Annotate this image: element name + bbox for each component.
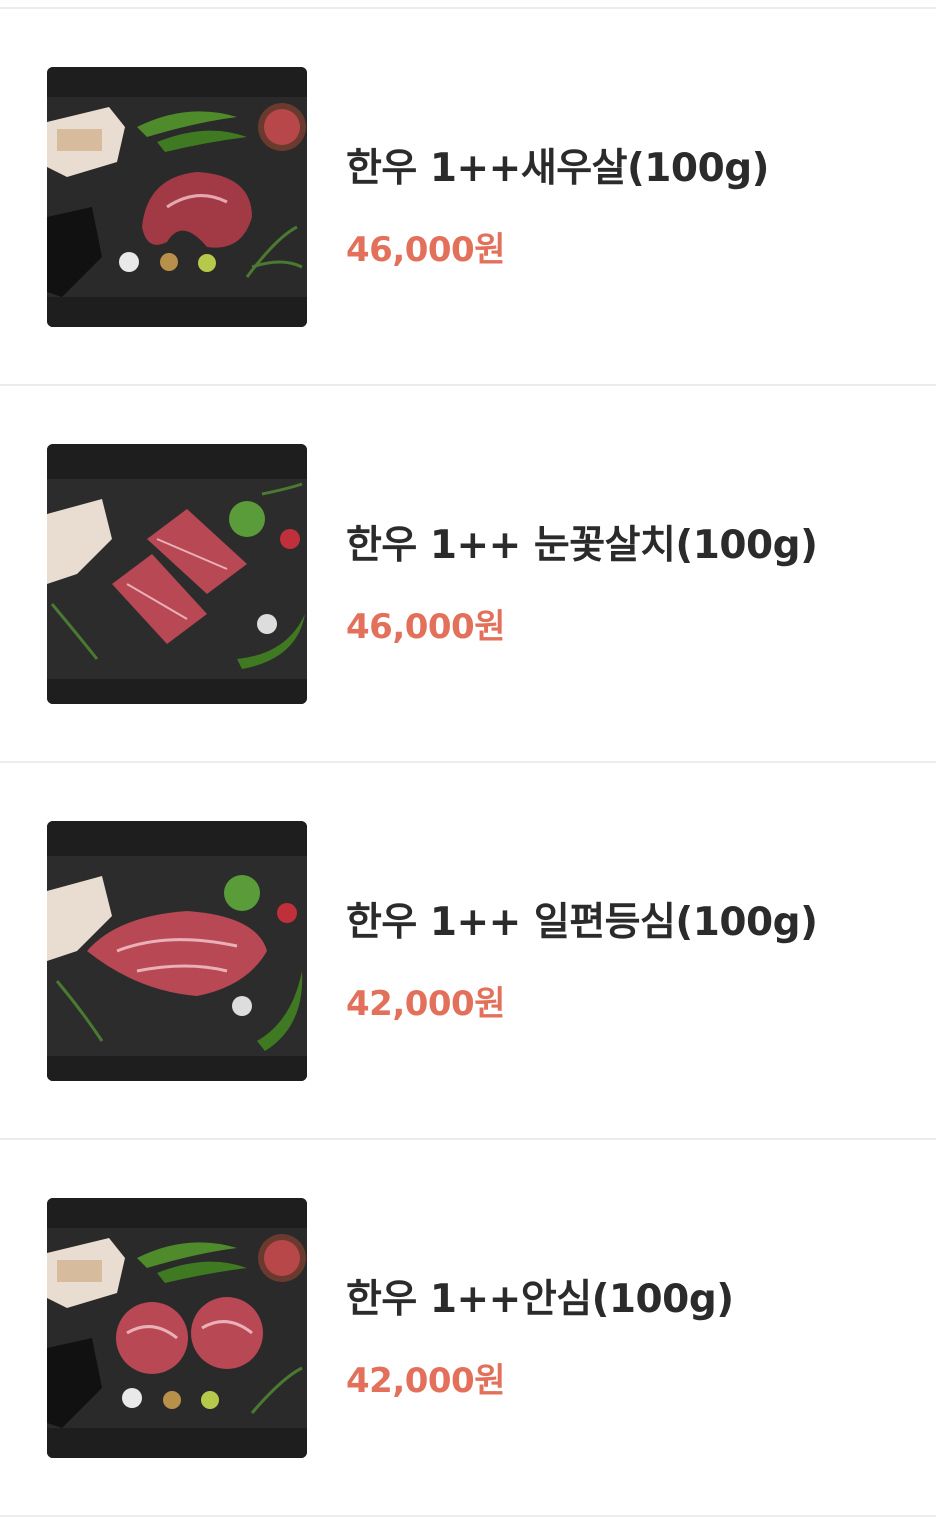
product-image[interactable]: [47, 67, 307, 327]
product-name[interactable]: 한우 1++ 눈꽃살치(100g): [346, 514, 818, 570]
product-item[interactable]: 한우 1++새우살(100g) 46,000원: [0, 9, 936, 384]
divider: [0, 1515, 936, 1517]
steak-photo-icon: [47, 1198, 307, 1458]
product-price: 46,000원: [346, 607, 505, 647]
steak-photo-icon: [47, 444, 307, 704]
product-item[interactable]: 한우 1++ 일편등심(100g) 42,000원: [0, 763, 936, 1138]
steak-photo-icon: [47, 67, 307, 327]
product-price: 42,000원: [346, 1361, 505, 1401]
product-list: 한우 1++새우살(100g) 46,000원 한우 1++ 눈꽃살치(100g…: [0, 0, 936, 1517]
product-image[interactable]: [47, 1198, 307, 1458]
product-item[interactable]: 한우 1++ 눈꽃살치(100g) 46,000원: [0, 386, 936, 761]
steak-photo-icon: [47, 821, 307, 1081]
product-name[interactable]: 한우 1++새우살(100g): [346, 137, 769, 193]
product-image[interactable]: [47, 821, 307, 1081]
product-item[interactable]: 한우 1++안심(100g) 42,000원: [0, 1140, 936, 1515]
product-image[interactable]: [47, 444, 307, 704]
product-name[interactable]: 한우 1++안심(100g): [346, 1268, 734, 1324]
product-name[interactable]: 한우 1++ 일편등심(100g): [346, 891, 818, 947]
product-price: 46,000원: [346, 230, 505, 270]
product-price: 42,000원: [346, 984, 505, 1024]
